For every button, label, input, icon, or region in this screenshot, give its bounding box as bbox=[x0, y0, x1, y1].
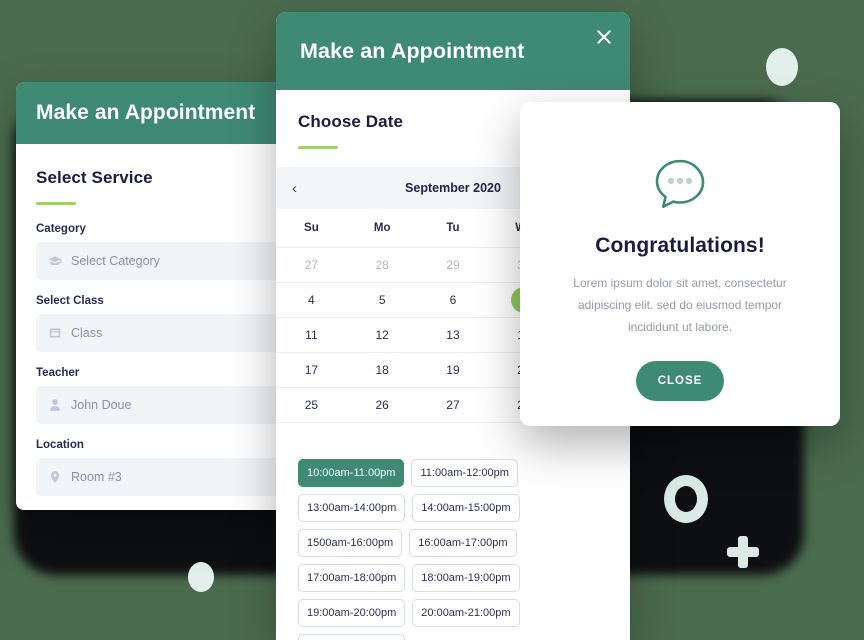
close-button[interactable]: CLOSE bbox=[636, 360, 724, 401]
calendar-day-cell[interactable]: 29 bbox=[417, 247, 489, 283]
chevron-left-icon[interactable]: ‹ bbox=[292, 181, 297, 196]
congratulations-title: Congratulations! bbox=[595, 234, 765, 257]
deco-circle-top-right-icon bbox=[766, 48, 798, 86]
graduation-cap-icon bbox=[48, 254, 62, 268]
map-pin-icon bbox=[48, 470, 62, 484]
heading-underline bbox=[298, 146, 338, 149]
time-slot-list: 10:00am-11:00pm 11:00am-12:00pm 13:00am-14… bbox=[298, 459, 608, 640]
calendar-day-cell[interactable]: 27 bbox=[276, 247, 347, 283]
time-slot[interactable]: 14:00am-15:00pm bbox=[412, 494, 520, 522]
teacher-value: John Doue bbox=[71, 398, 132, 412]
congratulations-card: Congratulations! Lorem ipsum dolor sit a… bbox=[520, 102, 840, 426]
calendar-weekday: Mo bbox=[346, 209, 418, 248]
calendar-weekday: Tu bbox=[417, 209, 489, 248]
chat-bubble-dots-icon bbox=[655, 159, 705, 208]
calendar-day-cell[interactable]: 18 bbox=[346, 352, 418, 388]
appointment-card-header: Make an Appointment bbox=[276, 12, 630, 90]
appointment-card-footer: 10:00am-11:00pm 11:00am-12:00pm 13:00am-14… bbox=[276, 423, 630, 640]
congratulations-description: Lorem ipsum dolor sit amet, consectetur … bbox=[573, 276, 787, 335]
time-slot[interactable]: 16:00am-17:00pm bbox=[409, 529, 517, 557]
calendar-day-cell[interactable]: 13 bbox=[417, 317, 489, 353]
time-slot[interactable]: 11:00am-12:00pm bbox=[411, 459, 518, 487]
close-icon[interactable] bbox=[595, 28, 613, 46]
time-slot[interactable]: 1500am-16:00pm bbox=[298, 529, 403, 557]
calendar-day-cell[interactable]: 28 bbox=[346, 247, 418, 283]
deco-circle-bottom-left-icon bbox=[188, 562, 214, 592]
time-slot[interactable]: 18:00am-19:00pm bbox=[412, 564, 520, 592]
book-icon bbox=[48, 326, 62, 340]
calendar-day-cell[interactable]: 11 bbox=[276, 317, 347, 353]
heading-underline bbox=[36, 202, 76, 205]
calendar-day-cell[interactable]: 26 bbox=[346, 387, 418, 423]
time-slot[interactable]: 19:00am-20:00pm bbox=[298, 599, 406, 627]
calendar-day-cell[interactable]: 12 bbox=[346, 317, 418, 353]
calendar-day-cell[interactable]: 25 bbox=[276, 387, 347, 423]
calendar-day-cell[interactable]: 4 bbox=[276, 282, 347, 318]
calendar-day-cell[interactable]: 19 bbox=[417, 352, 489, 388]
calendar-day-cell[interactable]: 6 bbox=[417, 282, 489, 318]
calendar-day-cell[interactable]: 5 bbox=[346, 282, 418, 318]
time-slot[interactable]: 20:00am-21:00pm bbox=[412, 599, 520, 627]
user-icon bbox=[48, 398, 62, 412]
calendar-day-cell[interactable]: 27 bbox=[417, 387, 489, 423]
appointment-card-title: Make an Appointment bbox=[300, 38, 525, 63]
category-value: Select Category bbox=[71, 254, 160, 268]
calendar-day-cell[interactable]: 17 bbox=[276, 352, 347, 388]
service-card-title: Make an Appointment bbox=[36, 101, 256, 124]
time-slot[interactable]: 21:00am-22:00pm bbox=[298, 634, 406, 640]
deco-plus-icon bbox=[727, 536, 759, 568]
time-slot[interactable]: 17:00am-18:00pm bbox=[298, 564, 406, 592]
time-slot[interactable]: 10:00am-11:00pm bbox=[298, 459, 405, 487]
deco-ring-icon bbox=[664, 475, 708, 523]
location-value: Room #3 bbox=[71, 470, 122, 484]
calendar-weekday: Su bbox=[276, 209, 347, 248]
time-slot[interactable]: 13:00am-14:00pm bbox=[298, 494, 406, 522]
class-value: Class bbox=[71, 326, 103, 340]
